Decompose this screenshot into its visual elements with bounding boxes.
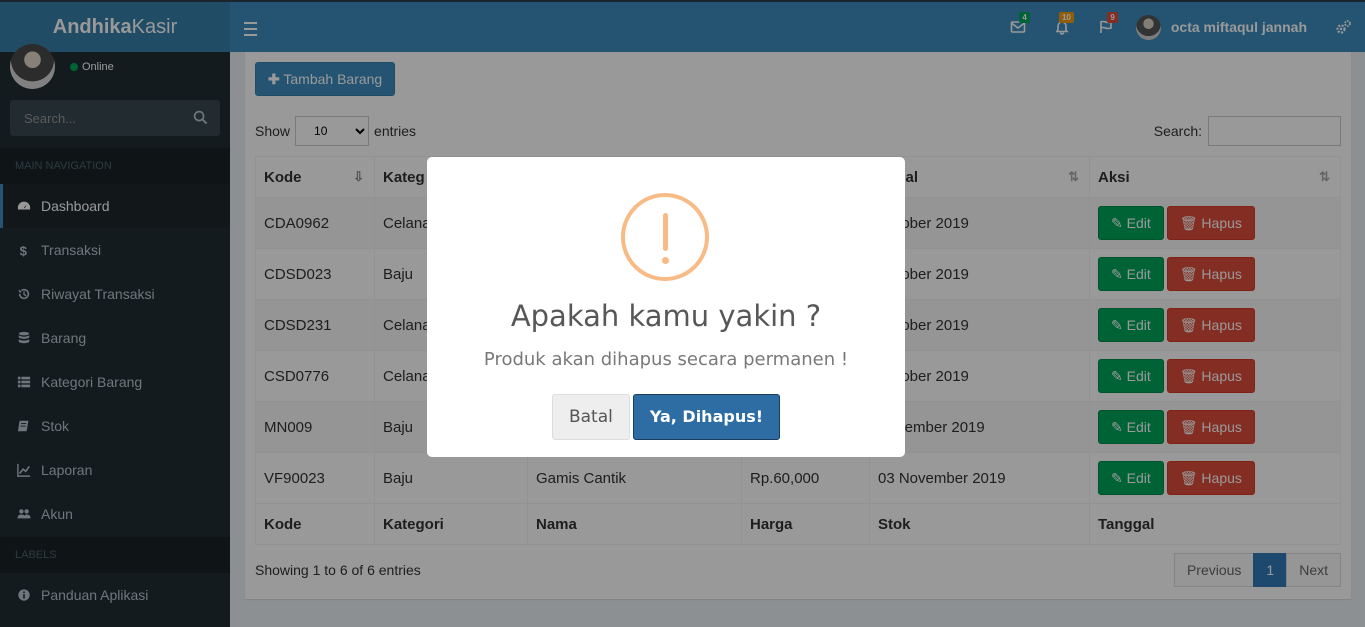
confirm-delete-dialog: Apakah kamu yakin ? Produk akan dihapus …: [427, 157, 905, 457]
confirm-delete-button[interactable]: Ya, Dihapus!: [632, 394, 781, 440]
cancel-button[interactable]: Batal: [551, 394, 630, 440]
dialog-message: Produk akan dihapus secara permanen !: [483, 349, 849, 370]
dialog-title: Apakah kamu yakin ?: [510, 299, 822, 333]
warning-icon: [621, 193, 709, 281]
